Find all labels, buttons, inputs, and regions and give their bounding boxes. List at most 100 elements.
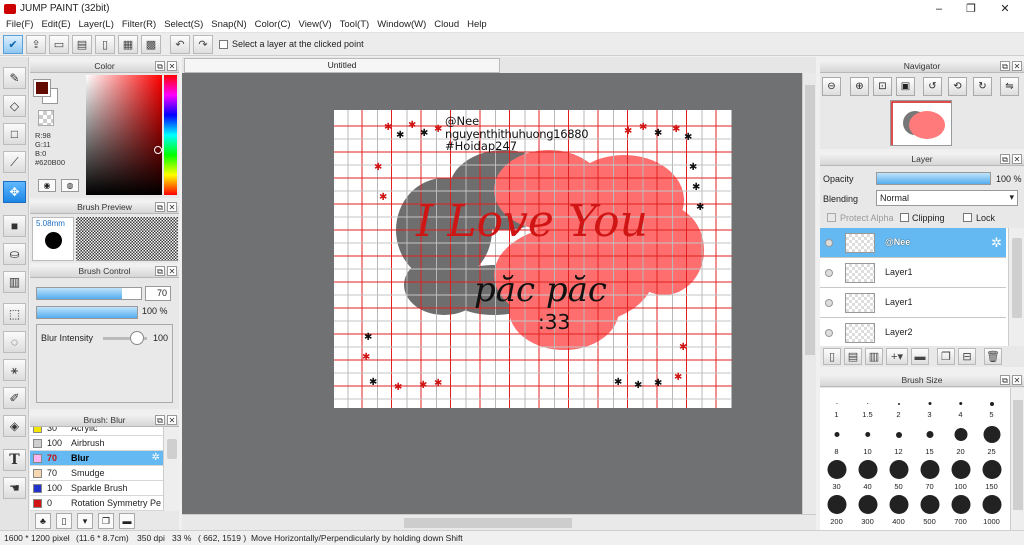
brush-size-option[interactable]: 500	[914, 493, 945, 529]
panel-close-icon[interactable]: ✕	[1012, 154, 1022, 164]
brush-item[interactable]: 70 Blur ✲	[30, 451, 163, 466]
new-tone-button[interactable]: ▥	[865, 348, 883, 365]
pen-tool[interactable]: ✎	[3, 67, 26, 89]
new-layer-button[interactable]: ▯	[823, 348, 841, 365]
comment-button[interactable]: ▭	[49, 34, 69, 54]
hue-slider[interactable]	[164, 75, 177, 195]
export-button[interactable]: ⇪	[26, 34, 46, 54]
visibility-icon[interactable]	[825, 269, 833, 277]
protect-alpha-checkbox[interactable]	[827, 213, 836, 222]
brush-size-option[interactable]: 3	[914, 388, 945, 424]
brush-size-option[interactable]: 1.5	[852, 388, 883, 424]
brush-copy-button[interactable]: ❐	[98, 512, 114, 529]
select-eraser-tool[interactable]: ◈	[3, 415, 26, 437]
brush-opacity-slider[interactable]	[36, 306, 138, 319]
visibility-icon[interactable]	[825, 299, 833, 307]
canvas-vertical-scrollbar[interactable]	[802, 73, 816, 514]
brush-item[interactable]: 100 Sparkle Brush	[30, 481, 163, 496]
blur-intensity-knob[interactable]	[130, 331, 144, 345]
maximize-button[interactable]: ❐	[954, 0, 988, 17]
scroll-thumb[interactable]	[805, 85, 815, 355]
brush-folder-button[interactable]: ▬	[119, 512, 135, 529]
menu-filter[interactable]: Filter(R)	[118, 19, 160, 30]
close-button[interactable]: ✕	[988, 0, 1022, 17]
layer-list-scrollbar[interactable]	[1008, 228, 1024, 346]
panel-float-icon[interactable]: ⧉	[155, 415, 165, 425]
new-brush-button[interactable]: ▯	[56, 512, 72, 529]
brush-size-slider[interactable]	[36, 287, 142, 300]
gradient-tool[interactable]: ▥	[3, 271, 26, 293]
menu-cloud[interactable]: Cloud	[430, 19, 463, 30]
menu-file[interactable]: File(F)	[0, 19, 37, 30]
fit-window-button[interactable]: ⊡	[873, 77, 892, 96]
panel-close-icon[interactable]: ✕	[1012, 61, 1022, 71]
brush-menu-button[interactable]: ▾	[77, 512, 93, 529]
panel-float-icon[interactable]: ⧉	[1000, 154, 1010, 164]
panel-float-icon[interactable]: ⧉	[1000, 61, 1010, 71]
panel-float-icon[interactable]: ⧉	[155, 202, 165, 212]
blending-select[interactable]: Normal ▾	[876, 190, 1018, 206]
brush-size-option[interactable]: 700	[945, 493, 976, 529]
text-tool[interactable]: T	[3, 449, 26, 471]
brush-size-option[interactable]: 300	[852, 493, 883, 529]
brush-size-option[interactable]: 70	[914, 458, 945, 494]
eraser-tool[interactable]: ◇	[3, 95, 26, 117]
document-tab[interactable]: Untitled	[184, 58, 500, 73]
line-tool[interactable]: ⟋	[3, 151, 26, 173]
brush-size-option[interactable]: 20	[945, 423, 976, 459]
color-mode-button[interactable]: ◉	[38, 179, 56, 192]
menu-help[interactable]: Help	[463, 19, 491, 30]
brush-size-option[interactable]: 5	[976, 388, 1007, 424]
menu-layer[interactable]: Layer(L)	[75, 19, 118, 30]
brush-item[interactable]: 100 Airbrush	[30, 436, 163, 451]
pages-button[interactable]: ▦	[118, 34, 138, 54]
menu-view[interactable]: View(V)	[295, 19, 336, 30]
scroll-thumb[interactable]	[167, 439, 177, 459]
layer-opacity-slider[interactable]	[876, 172, 991, 185]
document-canvas[interactable]: ✱ ✱ ✱ ✱ ✱ ✱ ✱ ✱ ✱ ✱ ✱ ✱ ✱ ✱ ✱ ✱ ✱ ✱ ✱ ✱ ✱ ✱ ✱ ✱ ✱ ✱ @Nee …	[334, 110, 732, 408]
menu-tool[interactable]: Tool(T)	[336, 19, 374, 30]
duplicate-layer-button[interactable]: ❐	[937, 348, 955, 365]
brush-size-option[interactable]: 1000	[976, 493, 1007, 529]
visibility-icon[interactable]	[825, 329, 833, 337]
panel-float-icon[interactable]: ⧉	[155, 266, 165, 276]
select-pen-tool[interactable]: ✐	[3, 387, 26, 409]
transparent-color-swatch[interactable]	[38, 110, 54, 126]
brush-item[interactable]: 30 Acrylic	[30, 427, 163, 436]
lock-checkbox[interactable]	[963, 213, 972, 222]
layer-row[interactable]: Layer2	[820, 318, 1006, 346]
brush-size-option[interactable]: 50	[883, 458, 914, 494]
menu-color[interactable]: Color(C)	[251, 19, 295, 30]
scroll-thumb[interactable]	[404, 518, 572, 528]
saturation-value-picker[interactable]	[86, 75, 162, 195]
layout-button[interactable]: ▩	[141, 34, 161, 54]
zoom-in-button[interactable]: ⊕	[850, 77, 869, 96]
gear-icon[interactable]: ✲	[991, 235, 1002, 251]
brush-size-option[interactable]: 25	[976, 423, 1007, 459]
brush-download-button[interactable]: ♣	[35, 512, 51, 529]
zoom-out-button[interactable]: ⊖	[822, 77, 841, 96]
panel-close-icon[interactable]: ✕	[1012, 375, 1022, 385]
minimize-button[interactable]: –	[922, 0, 956, 17]
panel-close-icon[interactable]: ✕	[167, 415, 177, 425]
menu-select[interactable]: Select(S)	[160, 19, 207, 30]
add-layer-menu-button[interactable]: +▾	[886, 348, 908, 365]
shape-tool[interactable]: □	[3, 123, 26, 145]
brush-size-option[interactable]: 150	[976, 458, 1007, 494]
brush-list-scrollbar[interactable]	[163, 427, 179, 511]
brush-size-value[interactable]: 70	[145, 286, 171, 301]
menu-edit[interactable]: Edit(E)	[37, 19, 74, 30]
brush-size-option[interactable]: 40	[852, 458, 883, 494]
clipping-checkbox[interactable]	[900, 213, 909, 222]
move-tool[interactable]: ✥	[3, 181, 26, 203]
fill-rect-tool[interactable]: ■	[3, 215, 26, 237]
brush-size-option[interactable]: 4	[945, 388, 976, 424]
page-button[interactable]: ▯	[95, 34, 115, 54]
redo-button[interactable]: ↷	[193, 34, 213, 54]
new-raster-button[interactable]: ▤	[844, 348, 862, 365]
brush-size-option[interactable]: 200	[821, 493, 852, 529]
visibility-icon[interactable]	[825, 239, 833, 247]
layer-row[interactable]: Layer1	[820, 258, 1006, 288]
brush-size-option[interactable]: 12	[883, 423, 914, 459]
flip-button[interactable]: ⇋	[1000, 77, 1019, 96]
